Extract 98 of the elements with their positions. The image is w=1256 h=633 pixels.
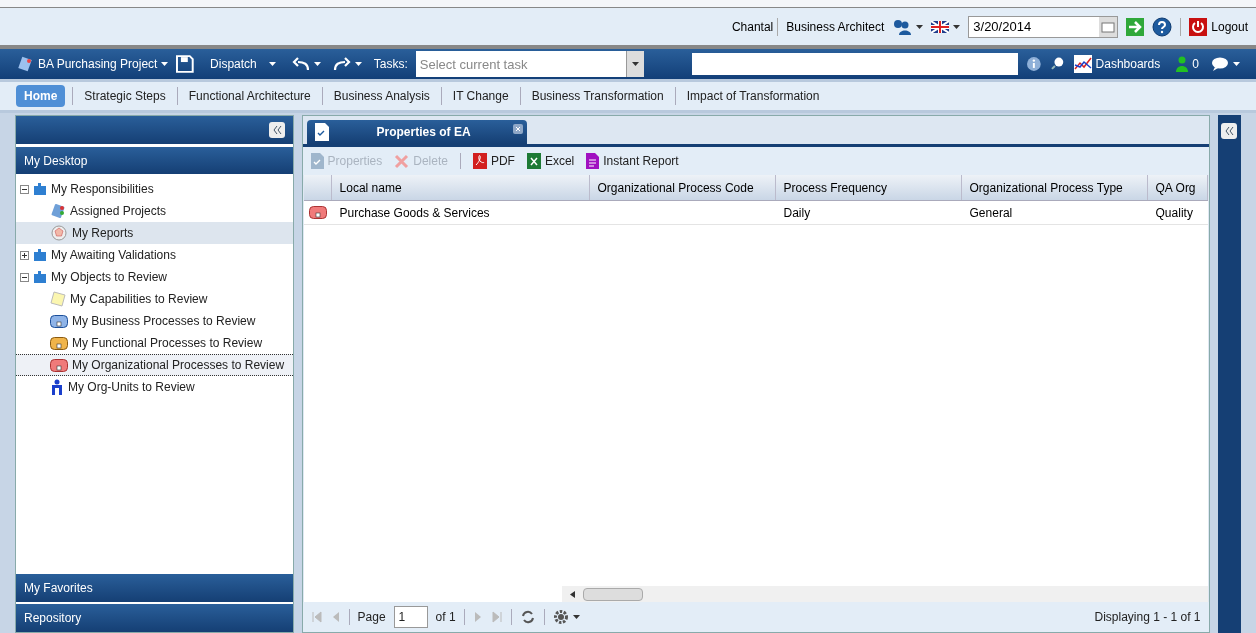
report-icon — [586, 153, 600, 169]
nav-tab[interactable]: IT Change — [448, 85, 513, 107]
document-icon — [314, 123, 329, 141]
tree-item[interactable]: Assigned Projects — [16, 200, 293, 222]
nav-tab[interactable]: Functional Architecture — [184, 85, 315, 107]
process-icon — [50, 314, 68, 328]
caret-icon[interactable] — [1233, 62, 1240, 66]
column-header[interactable]: Organizational Process Type — [961, 175, 1148, 200]
panel-header[interactable]: Repository — [16, 604, 293, 632]
chart-icon — [1073, 55, 1092, 73]
expand-icon[interactable] — [20, 250, 29, 260]
nav-tab[interactable]: Business Analysis — [329, 85, 434, 107]
caret-icon[interactable] — [953, 24, 961, 29]
puzzle-icon — [33, 270, 47, 284]
calendar-icon[interactable] — [1099, 16, 1118, 37]
table-cell-text: Quality — [1155, 204, 1193, 222]
process-icon — [50, 336, 68, 350]
page-field[interactable]: 1 — [393, 606, 428, 628]
nav-tab[interactable]: Business Transformation — [527, 85, 668, 107]
search-icon[interactable] — [1049, 56, 1066, 72]
tree-item[interactable]: My Business Processes to Review — [16, 310, 293, 332]
document-icon — [310, 153, 324, 169]
tree-item[interactable]: My Functional Processes to Review — [16, 332, 293, 354]
process-icon — [50, 358, 68, 372]
info-icon[interactable] — [1026, 56, 1042, 72]
puzzle-icon — [33, 182, 47, 196]
horizontal-scrollbar[interactable] — [561, 586, 1208, 602]
puzzle-icon — [33, 248, 47, 262]
caret-icon[interactable] — [313, 62, 321, 66]
scroll-left-icon[interactable] — [569, 590, 575, 598]
power-icon — [1189, 17, 1208, 36]
projects-icon — [50, 203, 66, 219]
tree-item[interactable]: My Org-Units to Review — [16, 376, 293, 398]
collapse-panel-icon[interactable] — [1221, 123, 1238, 139]
refresh-icon[interactable] — [519, 609, 536, 625]
table-cell-text: General — [969, 204, 1013, 222]
tree-item[interactable]: My Responsibilities — [16, 178, 293, 200]
tree-item[interactable]: My Awaiting Validations — [16, 244, 293, 266]
nav-tab[interactable]: Impact of Transformation — [682, 85, 824, 107]
document-tab[interactable]: Properties of EA — [306, 120, 527, 144]
pdf-icon — [472, 153, 487, 169]
dashboards-button[interactable]: Dashboards — [1073, 55, 1161, 73]
nav-tab[interactable]: Strategic Steps — [80, 85, 170, 107]
tasks-label: Tasks: — [373, 56, 408, 73]
redo-icon[interactable] — [332, 57, 351, 71]
panel-header[interactable]: My Favorites — [16, 574, 293, 602]
date-field[interactable]: 3/20/2014 — [968, 15, 1119, 38]
user-icon[interactable] — [1176, 56, 1189, 72]
project-menu[interactable]: BA Purchasing Project — [16, 55, 169, 73]
column-header[interactable]: Local name — [331, 175, 590, 200]
tree-item[interactable]: My Reports — [16, 222, 293, 244]
page-label: Page — [357, 609, 386, 626]
column-header[interactable]: Organizational Process Code — [589, 175, 776, 200]
task-select[interactable]: Select current task — [415, 51, 626, 77]
search-field[interactable] — [691, 53, 1019, 75]
caret-icon[interactable] — [631, 62, 639, 66]
tree-item[interactable]: My Organizational Processes to Review — [16, 354, 293, 376]
tree-item[interactable]: My Objects to Review — [16, 266, 293, 288]
spreadsheet-icon — [526, 153, 541, 169]
person-icon — [50, 379, 64, 395]
logout-button[interactable]: Logout — [1180, 17, 1248, 36]
close-icon[interactable] — [512, 124, 523, 134]
toolbar-button[interactable]: Instant Report — [586, 152, 679, 170]
user-name: Chantal — [731, 17, 779, 36]
caret-icon[interactable] — [572, 615, 580, 619]
role-label: Business Architect — [786, 18, 885, 36]
undo-icon[interactable] — [291, 57, 310, 71]
close-icon — [394, 153, 410, 169]
user-settings-icon[interactable] — [892, 18, 913, 35]
capability-icon — [50, 291, 66, 307]
collapse-panel-icon[interactable] — [268, 122, 285, 138]
go-icon[interactable] — [1126, 17, 1145, 36]
caret-icon[interactable] — [161, 62, 169, 66]
flag-icon[interactable] — [931, 20, 950, 33]
help-icon[interactable] — [1152, 16, 1173, 37]
caret-icon[interactable] — [916, 24, 924, 29]
page-count: of 1 — [435, 609, 456, 626]
table-cell-text: Daily — [783, 204, 811, 222]
column-header[interactable]: Process Frequency — [775, 175, 962, 200]
record-count: Displaying 1 - 1 of 1 — [1094, 609, 1201, 626]
dispatch-menu[interactable]: Dispatch — [210, 55, 276, 73]
toolbar-button[interactable]: PDF — [472, 152, 515, 170]
notification-count: 0 — [1192, 56, 1199, 73]
collapse-icon[interactable] — [20, 272, 29, 282]
process-icon — [308, 206, 327, 219]
scrollbar-thumb[interactable] — [582, 587, 643, 601]
caret-icon[interactable] — [268, 62, 276, 66]
chat-icon[interactable] — [1211, 57, 1229, 71]
caret-icon[interactable] — [354, 62, 362, 66]
report-icon — [50, 225, 68, 241]
settings-icon[interactable] — [552, 609, 569, 625]
table-cell-text: Purchase Goods & Services — [339, 204, 490, 222]
panel-header[interactable]: My Desktop — [16, 147, 293, 174]
toolbar-button[interactable]: Excel — [526, 152, 575, 170]
save-icon[interactable] — [176, 55, 195, 73]
collapse-icon[interactable] — [20, 184, 29, 194]
column-header[interactable]: QA Org — [1147, 175, 1208, 200]
tree-item[interactable]: My Capabilities to Review — [16, 288, 293, 310]
